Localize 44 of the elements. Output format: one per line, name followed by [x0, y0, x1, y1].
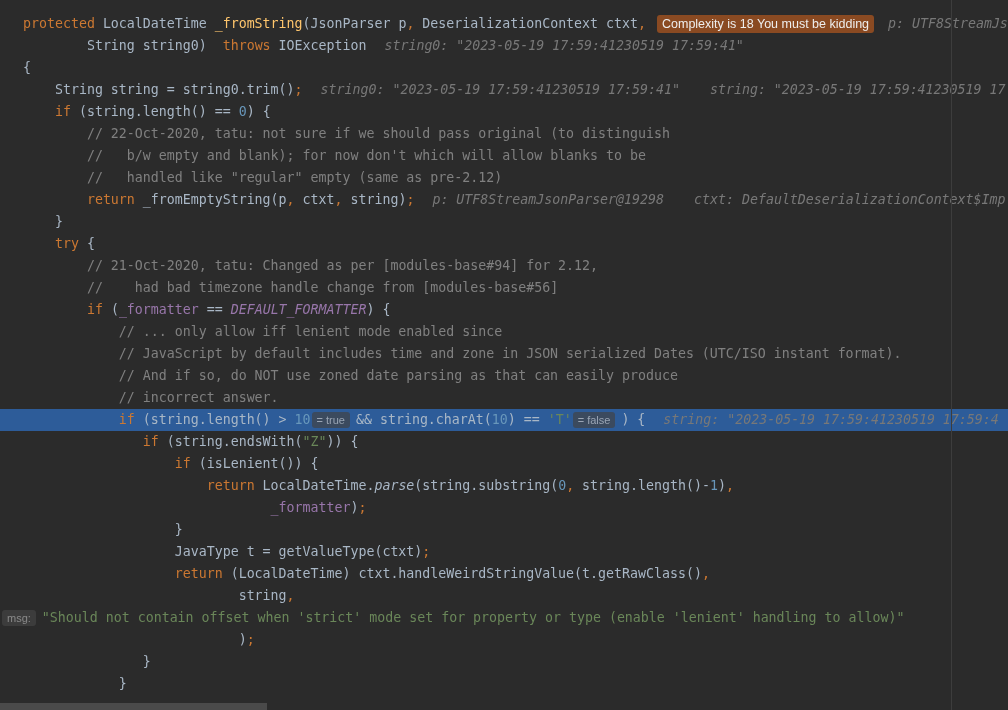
horizontal-scrollbar[interactable]	[0, 703, 267, 710]
code-line: "Should not contain offset when 'strict' mode set for property or type (enable 'lenient' handling to allow)"	[41, 609, 905, 627]
code-line: if (string.length() > 10	[118, 411, 311, 429]
code-comment: // ... only allow iff lenient mode enabled since	[118, 323, 503, 341]
code-line: }	[142, 653, 151, 671]
code-comment: // 21-Oct-2020, tatu: Changed as per [modules-base#94] for 2.12,	[86, 257, 599, 275]
code-line: }	[118, 675, 127, 693]
code-line: if (string.length() == 0) {	[54, 103, 271, 121]
code-line: string,	[238, 587, 295, 605]
code-line: try {	[54, 235, 95, 253]
code-line: _formatter);	[270, 499, 367, 518]
inline-value-hint: string0: "2023-05-19 17:59:41230519 17:59:41"	[384, 37, 744, 55]
code-comment: // 22-Oct-2020, tatu: not sure if we should pass original (to distinguish	[86, 125, 670, 143]
code-line: return LocalDateTime.parse(string.substring(0, string.length()-1),	[206, 477, 734, 495]
code-comment: // had bad timezone handle change from [modules-base#56]	[86, 279, 559, 297]
code-line: return (LocalDateTime) ctxt.handleWeirdStringValue(t.getRawClass(),	[174, 565, 710, 583]
code-line: return _fromEmptyString(p, ctxt, string);	[86, 191, 415, 210]
code-line: protected LocalDateTime _fromString(JsonParser p, DeserializationContext ctxt,	[23, 15, 646, 34]
code-line: if (string.endsWith("Z")) {	[142, 433, 359, 451]
inline-value-hint: string: "2023-05-19 17:59:41230519 17	[709, 81, 1006, 99]
code-line: {	[23, 59, 31, 77]
code-line: ) {	[621, 411, 646, 429]
code-comment: // b/w empty and blank); for now don't which will allow blanks to be	[86, 147, 646, 165]
code-line: );	[238, 631, 255, 649]
inlay-hint: = true	[311, 412, 350, 428]
code-comment: // handled like "regular" empty (same as pre-2.12)	[86, 169, 503, 187]
code-line: }	[54, 213, 63, 231]
code-line: if (_formatter == DEFAULT_FORMATTER) {	[86, 301, 391, 320]
code-comment: // And if so, do NOT use zoned date parsing as that can easily produce	[118, 367, 678, 385]
inline-value-hint: string0: "2023-05-19 17:59:41230519 17:59:41"	[320, 81, 680, 99]
inlay-hint: msg:	[2, 610, 36, 626]
inline-value-hint: ctxt: DefaultDeserializationContext$Imp	[694, 191, 1006, 209]
code-line: String string = string0.trim();	[54, 81, 303, 99]
inline-value-hint: p: UTF8StreamJsonParser@19298	[432, 191, 665, 209]
complexity-badge: Complexity is 18 You must be kidding	[657, 15, 875, 33]
code-line: if (isLenient()) {	[174, 455, 319, 473]
code-comment: // JavaScript by default includes time and zone in JSON serialized Dates (UTC/ISO instant format).	[118, 345, 902, 363]
code-line: JavaType t = getValueType(ctxt);	[174, 543, 431, 561]
inlay-hint: = false	[572, 412, 616, 428]
code-comment: // incorrect answer.	[118, 389, 279, 407]
code-line: String string0) throws IOException	[86, 37, 367, 55]
inline-value-hint: p: UTF8StreamJs	[888, 15, 1008, 33]
code-line: && string.charAt(10) == 'T'	[356, 411, 572, 429]
code-line: }	[174, 521, 183, 539]
